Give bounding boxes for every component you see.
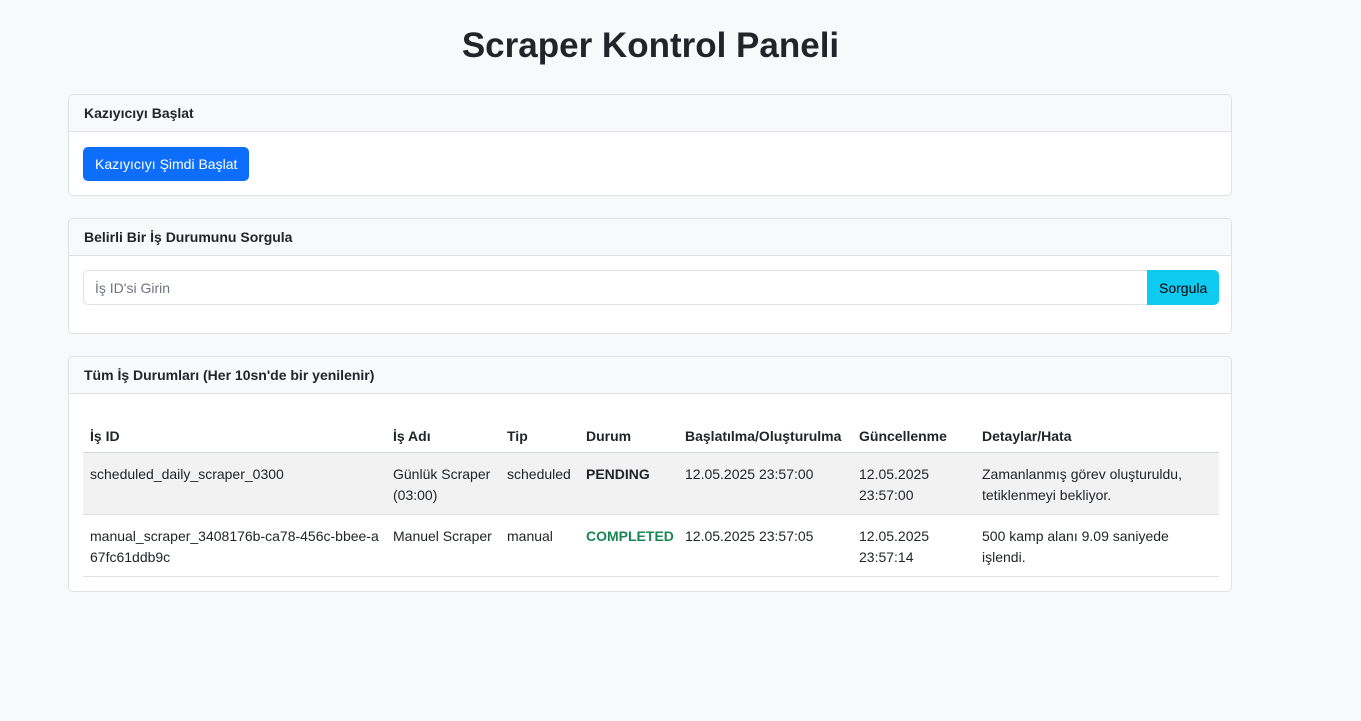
all-jobs-card-body: İş ID İş Adı Tip Durum Başlatılma/Oluştu… [69,394,1231,591]
job-name-cell: Günlük Scraper (03:00) [386,452,500,515]
column-header-updated: Güncellenme [852,418,975,453]
started-cell: 12.05.2025 23:57:00 [678,452,852,515]
started-cell: 12.05.2025 23:57:05 [678,514,852,577]
table-header-row: İş ID İş Adı Tip Durum Başlatılma/Oluştu… [83,418,1219,453]
column-header-status: Durum [579,418,678,453]
page: Scraper Kontrol Paneli Kazıyıcıyı Başlat… [0,0,1361,721]
table-row: scheduled_daily_scraper_0300 Günlük Scra… [83,452,1219,515]
job-id-cell: scheduled_daily_scraper_0300 [83,452,386,515]
query-button[interactable]: Sorgula [1147,270,1219,305]
column-header-started: Başlatılma/Oluşturulma [678,418,852,453]
column-header-job-id: İş ID [83,418,386,453]
details-cell: 500 kamp alanı 9.09 saniyede işlendi. [975,514,1219,577]
column-header-job-name: İş Adı [386,418,500,453]
start-scraper-card: Kazıyıcıyı Başlat Kazıyıcıyı Şimdi Başla… [68,94,1232,196]
updated-cell: 12.05.2025 23:57:00 [852,452,975,515]
start-scraper-button[interactable]: Kazıyıcıyı Şimdi Başlat [83,147,250,181]
job-id-input-group: Sorgula [83,270,1219,305]
query-job-card-header: Belirli Bir İş Durumunu Sorgula [69,219,1231,256]
job-name-cell: Manuel Scraper [386,514,500,577]
start-scraper-card-header: Kazıyıcıyı Başlat [69,95,1231,132]
updated-cell: 12.05.2025 23:57:14 [852,514,975,577]
start-scraper-card-body: Kazıyıcıyı Şimdi Başlat [69,132,1231,195]
column-header-type: Tip [500,418,579,453]
all-jobs-card-header: Tüm İş Durumları (Her 10sn'de bir yenile… [69,357,1231,394]
table-row: manual_scraper_3408176b-ca78-456c-bbee-a… [83,514,1219,577]
type-cell: scheduled [500,452,579,515]
type-cell: manual [500,514,579,577]
details-cell: Zamanlanmış görev oluşturuldu, tetiklenm… [975,452,1219,515]
column-header-details: Detaylar/Hata [975,418,1219,453]
job-id-cell: manual_scraper_3408176b-ca78-456c-bbee-a… [83,514,386,577]
status-cell: COMPLETED [579,514,678,577]
query-job-card: Belirli Bir İş Durumunu Sorgula Sorgula [68,218,1232,334]
status-cell: PENDING [579,452,678,515]
query-job-card-body: Sorgula [69,256,1231,319]
page-title: Scraper Kontrol Paneli [461,26,840,65]
jobs-table: İş ID İş Adı Tip Durum Başlatılma/Oluştu… [83,418,1219,577]
all-jobs-card: Tüm İş Durumları (Her 10sn'de bir yenile… [68,356,1232,592]
job-id-input[interactable] [83,270,1147,305]
